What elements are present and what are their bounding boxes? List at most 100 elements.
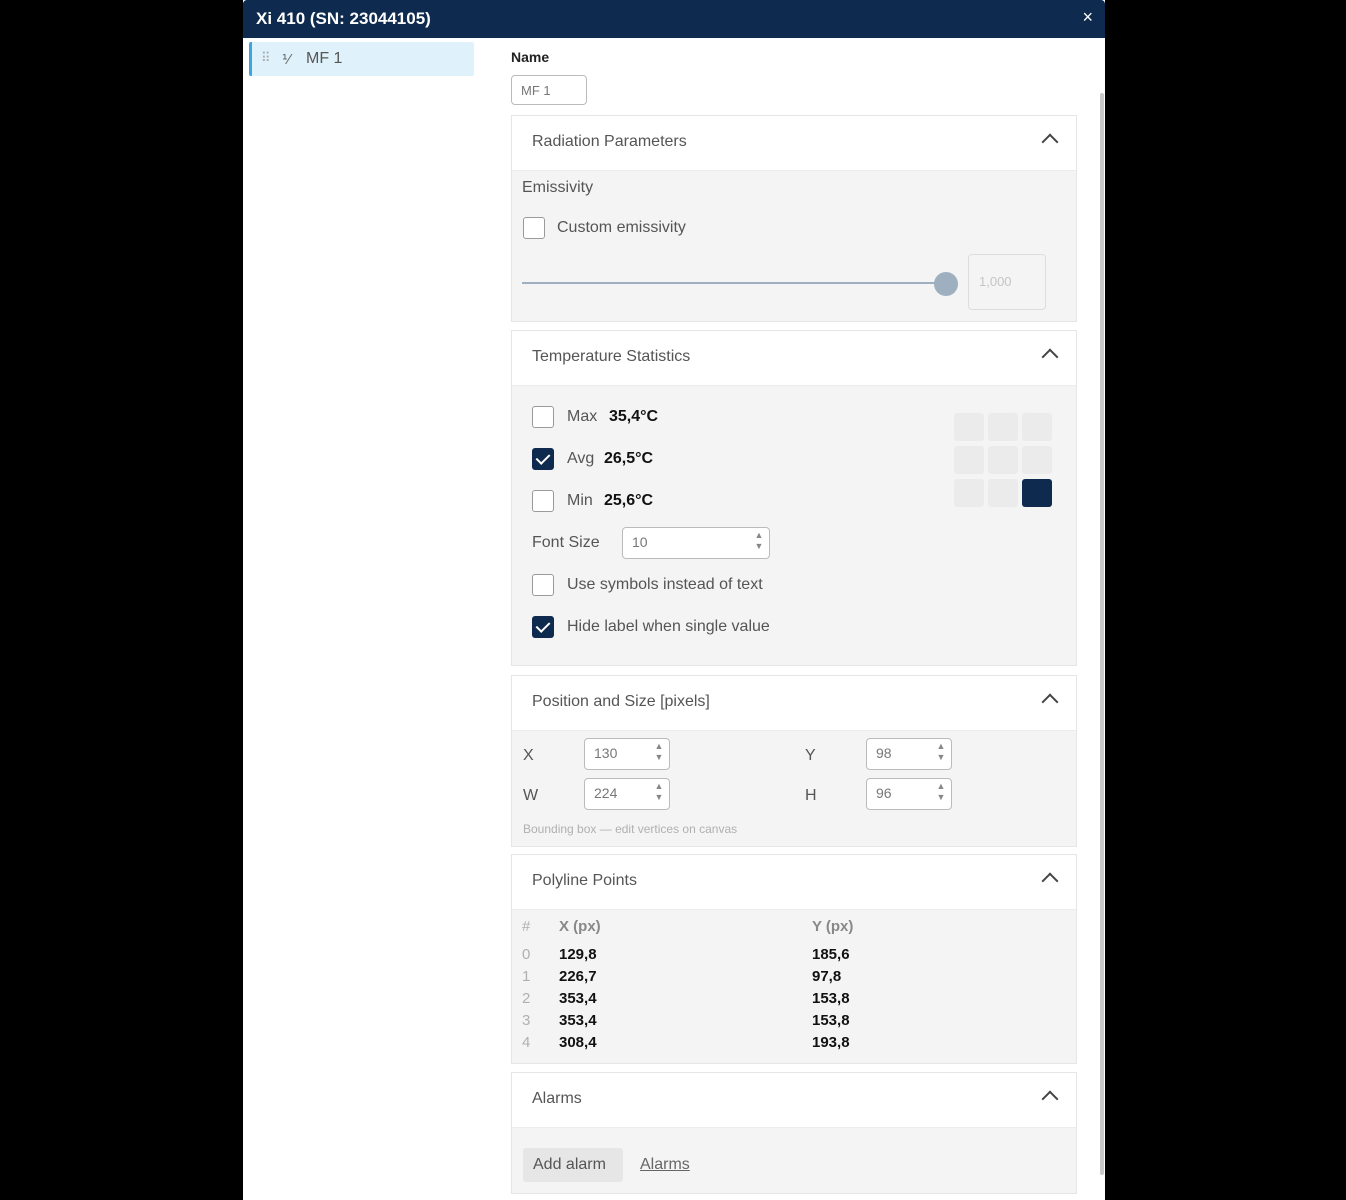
position-section: Position and Size [pixels] X 130 ▲ ▼ Y 98… [511,675,1077,847]
close-icon[interactable]: × [1082,7,1093,28]
col-header-index: # [522,918,531,935]
custom-emissivity-checkbox[interactable] [523,217,545,239]
alarms-header[interactable]: Alarms [512,1073,1076,1128]
row-index: 3 [522,1012,531,1029]
anchor-cell-bottom-center[interactable] [988,479,1018,507]
row-y: 153,8 [812,1012,850,1029]
w-field[interactable]: 224 ▲ ▼ [584,778,670,810]
custom-emissivity-label: Custom emissivity [557,219,686,236]
anchor-cell-middle-right[interactable] [1022,446,1052,474]
add-alarm-button[interactable]: Add alarm [523,1148,623,1182]
window-title: Xi 410 (SN: 23044105) [256,9,431,28]
symbols-checkbox[interactable] [532,574,554,596]
y-value: 98 [876,745,892,761]
row-index: 1 [522,968,531,985]
col-header-y: Y (px) [812,918,854,935]
drag-handle-icon[interactable]: ⠿ [261,50,270,66]
add-alarm-label: Add alarm [533,1156,606,1173]
alarms-link[interactable]: Alarms [640,1156,690,1174]
font-size-value: 10 [632,534,648,550]
y-field[interactable]: 98 ▲ ▼ [866,738,952,770]
row-x: 129,8 [559,946,597,963]
w-value: 224 [594,785,618,801]
anchor-cell-top-right[interactable] [1022,413,1052,441]
anchor-cell-middle-left[interactable] [954,446,984,474]
title-bar[interactable]: Xi 410 (SN: 23044105) × [243,0,1105,38]
temperature-section: Temperature Statistics Max 35,4°C Avg 26… [511,330,1077,666]
anchor-cell-bottom-right[interactable] [1022,479,1052,507]
settings-window: Xi 410 (SN: 23044105) × ⠿ ⅟ MF 1 Name Ra… [243,0,1105,1200]
position-header[interactable]: Position and Size [pixels] [512,676,1076,731]
row-index: 2 [522,990,531,1007]
polyline-header[interactable]: Polyline Points [512,855,1076,910]
x-label: X [523,747,534,764]
name-input[interactable] [511,75,587,105]
alarms-section: Alarms Add alarm Alarms [511,1072,1077,1194]
emissivity-slider-thumb[interactable] [934,272,958,296]
label-anchor-grid [954,413,1054,507]
hide-label-checkbox[interactable] [532,616,554,638]
chevron-up-icon[interactable] [1041,348,1059,366]
stepper-arrows-icon[interactable]: ▲ ▼ [652,741,666,763]
row-y: 97,8 [812,968,842,985]
anchor-cell-middle-center[interactable] [988,446,1018,474]
emissivity-placeholder: 1,000 [979,274,1012,289]
polyline-icon: ⅟ [282,51,290,67]
avg-value: 26,5°C [604,450,654,467]
emissivity-value-input[interactable]: 1,000 [968,254,1046,310]
hide-label-label: Hide label when single value [567,618,770,635]
table-row: 1 226,7 97,8 [512,966,1072,988]
max-checkbox[interactable] [532,406,554,428]
h-field[interactable]: 96 ▲ ▼ [866,778,952,810]
tree-item-mf1[interactable]: ⠿ ⅟ MF 1 [249,42,474,76]
section-title: Radiation Parameters [532,133,687,150]
anchor-cell-top-left[interactable] [954,413,984,441]
emissivity-label: Emissivity [522,179,594,196]
row-x: 353,4 [559,1012,597,1029]
min-value: 25,6°C [604,492,654,509]
symbols-label: Use symbols instead of text [567,576,763,593]
bounding-box-note: Bounding box — edit vertices on canvas [523,822,738,836]
table-row: 4 308,4 193,8 [512,1032,1072,1054]
min-label: Min [567,492,593,509]
measurement-tree: ⠿ ⅟ MF 1 [243,38,490,1200]
row-y: 153,8 [812,990,850,1007]
font-size-label: Font Size [532,534,600,551]
temperature-header[interactable]: Temperature Statistics [512,331,1076,386]
font-size-stepper[interactable]: 10 ▲ ▼ [622,527,770,559]
anchor-cell-bottom-left[interactable] [954,479,984,507]
stepper-arrows-icon[interactable]: ▲ ▼ [934,781,948,803]
y-label: Y [805,747,816,764]
x-value: 130 [594,745,618,761]
chevron-up-icon[interactable] [1041,693,1059,711]
row-x: 226,7 [559,968,597,985]
radiation-section: Radiation Parameters Emissivity Custom e… [511,115,1077,322]
chevron-up-icon[interactable] [1041,133,1059,151]
emissivity-slider-track[interactable] [522,282,946,284]
row-y: 193,8 [812,1034,850,1051]
h-value: 96 [876,785,892,801]
row-index: 0 [522,946,531,963]
table-row: 2 353,4 153,8 [512,988,1072,1010]
stepper-arrows-icon[interactable]: ▲ ▼ [934,741,948,763]
row-x: 353,4 [559,990,597,1007]
stepper-arrows-icon[interactable]: ▲ ▼ [752,530,766,552]
section-title: Polyline Points [532,872,637,889]
min-checkbox[interactable] [532,490,554,512]
col-header-x: X (px) [559,918,601,935]
max-value: 35,4°C [609,408,659,425]
avg-checkbox[interactable] [532,448,554,470]
avg-label: Avg [567,450,595,467]
row-x: 308,4 [559,1034,597,1051]
anchor-cell-top-center[interactable] [988,413,1018,441]
chevron-up-icon[interactable] [1041,1090,1059,1108]
name-label: Name [511,49,550,65]
x-field[interactable]: 130 ▲ ▼ [584,738,670,770]
stepper-arrows-icon[interactable]: ▲ ▼ [652,781,666,803]
properties-panel: Name Radiation Parameters Emissivity Cus… [489,38,1105,1200]
radiation-header[interactable]: Radiation Parameters [512,116,1076,171]
chevron-up-icon[interactable] [1041,872,1059,890]
section-title: Temperature Statistics [532,348,691,365]
table-row: 3 353,4 153,8 [512,1010,1072,1032]
scrollbar[interactable] [1100,93,1104,1175]
